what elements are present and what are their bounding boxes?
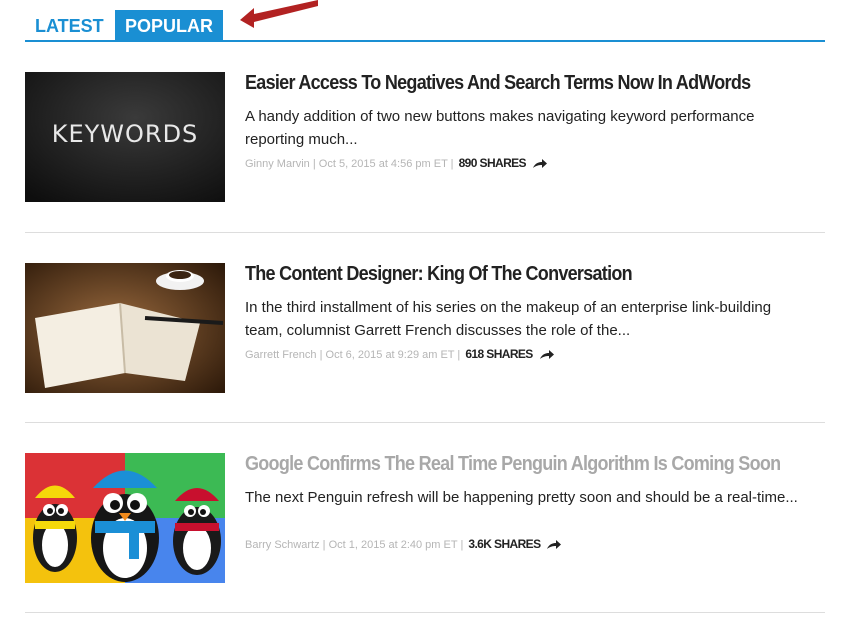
article-card[interactable]: KEYWORDS Easier Access To Negatives And …: [25, 72, 825, 242]
article-meta: Barry Schwartz | Oct 1, 2015 at 2:40 pm …: [245, 537, 562, 551]
share-arrow-icon[interactable]: [532, 159, 548, 169]
article-excerpt: In the third installment of his series o…: [245, 299, 772, 339]
article-title[interactable]: The Content Designer: King Of The Conver…: [245, 263, 767, 286]
tab-bar: LATEST POPULAR: [25, 10, 825, 42]
share-arrow-icon[interactable]: [539, 350, 555, 360]
notebook-coffee-image: [25, 263, 225, 393]
article-date: Oct 6, 2015 at 9:29 am ET: [325, 349, 455, 361]
article-meta: Ginny Marvin | Oct 5, 2015 at 4:56 pm ET…: [245, 156, 548, 170]
article-meta: Garrett French | Oct 6, 2015 at 9:29 am …: [245, 347, 555, 361]
chalkboard-keywords-image: KEYWORDS: [25, 72, 225, 202]
tab-popular[interactable]: POPULAR: [115, 10, 224, 40]
article-thumbnail[interactable]: [25, 263, 225, 393]
article-date: Oct 5, 2015 at 4:56 pm ET: [318, 158, 448, 170]
article-card[interactable]: Google Confirms The Real Time Penguin Al…: [25, 453, 825, 623]
penguins-image: [25, 453, 225, 583]
article-author[interactable]: Garrett French: [245, 349, 317, 361]
share-count[interactable]: 618 SHARES: [465, 347, 533, 361]
article-thumbnail[interactable]: KEYWORDS: [25, 72, 225, 202]
tab-latest[interactable]: LATEST: [35, 10, 104, 40]
article-author[interactable]: Ginny Marvin: [245, 158, 310, 170]
article-title[interactable]: Easier Access To Negatives And Search Te…: [245, 72, 767, 95]
article-title[interactable]: Google Confirms The Real Time Penguin Al…: [245, 453, 781, 476]
article-thumbnail[interactable]: [25, 453, 225, 583]
share-count[interactable]: 890 SHARES: [459, 156, 527, 170]
share-count[interactable]: 3.6K SHARES: [468, 537, 541, 551]
article-card[interactable]: The Content Designer: King Of The Conver…: [25, 263, 825, 433]
divider: [25, 422, 825, 423]
article-excerpt: A handy addition of two new buttons make…: [245, 108, 755, 148]
article-excerpt: The next Penguin refresh will be happeni…: [245, 489, 798, 506]
share-arrow-icon[interactable]: [546, 540, 562, 550]
article-author[interactable]: Barry Schwartz: [245, 539, 320, 551]
divider: [25, 232, 825, 233]
article-date: Oct 1, 2015 at 2:40 pm ET: [328, 539, 458, 551]
annotation-arrow-icon: [240, 0, 318, 28]
svg-text:KEYWORDS: KEYWORDS: [52, 120, 199, 148]
divider: [25, 612, 825, 613]
